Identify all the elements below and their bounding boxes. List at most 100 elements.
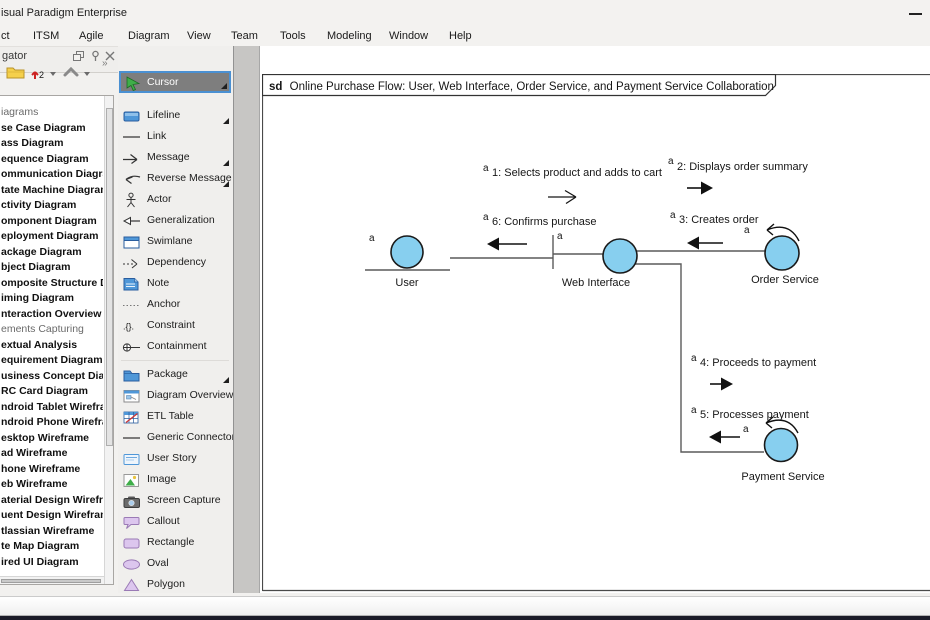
panel-splitter[interactable] — [233, 46, 260, 593]
navigator-item[interactable]: esktop Wireframe — [1, 431, 103, 446]
message-6[interactable]: a 6: Confirms purchase — [483, 212, 597, 251]
collapse-dropdown-icon[interactable] — [84, 72, 90, 76]
navigator-item[interactable]: usiness Concept Diagram — [1, 369, 103, 384]
svg-text:a: a — [668, 156, 674, 167]
menu-item-team[interactable]: Team — [231, 30, 258, 42]
navigator-item[interactable]: tlassian Wireframe — [1, 524, 103, 539]
navigator-item[interactable]: te Map Diagram — [1, 539, 103, 554]
navigator-section[interactable]: iagrams — [1, 105, 103, 120]
pin-panel-icon[interactable] — [89, 49, 102, 61]
navigator-item[interactable]: hone Wireframe — [1, 462, 103, 477]
palette-item-dependency[interactable]: Dependency — [119, 253, 231, 273]
open-project-icon[interactable] — [6, 64, 26, 85]
navigator-item[interactable]: eployment Diagram — [1, 229, 103, 244]
navigator-item[interactable]: extual Analysis — [1, 338, 103, 353]
message-2[interactable]: a 2: Displays order summary — [668, 156, 808, 195]
navigator-item[interactable]: ommunication Diagram — [1, 167, 103, 182]
vertical-scroll-thumb[interactable] — [106, 108, 113, 446]
menu-item-agile[interactable]: Agile — [79, 30, 103, 42]
sort-dropdown-icon[interactable] — [50, 72, 56, 76]
palette-item-polygon[interactable]: Polygon — [119, 575, 231, 595]
svg-text:a: a — [691, 353, 697, 364]
cursor-icon — [124, 75, 144, 91]
menu-item-ct[interactable]: ct — [1, 30, 10, 42]
menu-item-window[interactable]: Window — [389, 30, 428, 42]
menu-item-itsm[interactable]: ITSM — [33, 30, 59, 42]
navigator-item[interactable]: nteraction Overview Diagram — [1, 307, 103, 322]
menu-item-diagram[interactable]: Diagram — [128, 30, 170, 42]
navigator-item[interactable]: eb Wireframe — [1, 477, 103, 492]
navigator-item[interactable]: equence Diagram — [1, 152, 103, 167]
navigator-item[interactable]: ndroid Tablet Wireframe — [1, 400, 103, 415]
navigator-item[interactable]: ass Diagram — [1, 136, 103, 151]
navigator-item[interactable]: aterial Design Wireframe — [1, 493, 103, 508]
navigator-item[interactable]: ctivity Diagram — [1, 198, 103, 213]
node-user[interactable]: a User — [365, 233, 450, 289]
menu-item-modeling[interactable]: Modeling — [327, 30, 372, 42]
navigator-item[interactable]: equirement Diagram — [1, 353, 103, 368]
navigator-item[interactable]: se Case Diagram — [1, 121, 103, 136]
palette-item-package[interactable]: Package — [119, 365, 231, 385]
palette-item-callout[interactable]: Callout — [119, 512, 231, 532]
navigator-item[interactable]: bject Diagram — [1, 260, 103, 275]
navigator-section[interactable]: ements Capturing — [1, 322, 103, 337]
svg-text:2: Displays order summary: 2: Displays order summary — [677, 161, 808, 173]
navigator-vertical-scrollbar[interactable] — [104, 96, 113, 584]
window-title: isual Paradigm Enterprise — [1, 7, 127, 19]
palette-item-anchor[interactable]: Anchor — [119, 295, 231, 315]
palette-item-rectangle[interactable]: Rectangle — [119, 533, 231, 553]
palette-item-message[interactable]: Message — [119, 148, 231, 168]
navigator-item[interactable]: omponent Diagram — [1, 214, 103, 229]
palette-item-note[interactable]: Note — [119, 274, 231, 294]
link-user-web[interactable] — [450, 235, 603, 269]
palette-item-image[interactable]: Image — [119, 470, 231, 490]
palette-item-cursor[interactable]: Cursor — [119, 71, 231, 93]
navigator-item[interactable]: ired UI Diagram — [1, 555, 103, 570]
palette-item-generic-connector[interactable]: Generic Connector — [119, 428, 231, 448]
menu-item-view[interactable]: View — [187, 30, 211, 42]
sort-diagram-icon[interactable]: 2 — [30, 64, 48, 86]
toolbar-overflow-icon[interactable]: » — [102, 58, 108, 69]
node-payment-service[interactable]: Payment Service — [741, 417, 824, 483]
palette-item-reverse-message[interactable]: Reverse Message — [119, 169, 231, 189]
palette-item-lifeline[interactable]: Lifeline — [119, 106, 231, 126]
palette-item-label: Generalization — [147, 214, 215, 226]
navigator-item[interactable]: iming Diagram — [1, 291, 103, 306]
palette-item-link[interactable]: Link — [119, 127, 231, 147]
communication-diagram[interactable]: sd Online Purchase Flow: User, Web Inter… — [262, 74, 930, 593]
node-order-service[interactable]: Order Service — [751, 224, 819, 286]
navigator-item[interactable]: uent Design Wireframe — [1, 508, 103, 523]
navigator-item[interactable]: ndroid Phone Wireframe — [1, 415, 103, 430]
navigator-item[interactable]: ackage Diagram — [1, 245, 103, 260]
message-4[interactable]: a 4: Proceeds to payment — [691, 353, 816, 391]
palette-item-label: Actor — [147, 193, 172, 205]
navigator-item[interactable]: tate Machine Diagram — [1, 183, 103, 198]
navigator-item[interactable]: RC Card Diagram — [1, 384, 103, 399]
palette-item-containment[interactable]: Containment — [119, 337, 231, 357]
navigator-horizontal-scrollbar[interactable] — [0, 576, 104, 584]
collapse-all-icon[interactable] — [62, 66, 80, 85]
palette-item-etl-table[interactable]: ETL Table — [119, 407, 231, 427]
menu-item-tools[interactable]: Tools — [280, 30, 306, 42]
palette-item-user-story[interactable]: User Story — [119, 449, 231, 469]
title-bar: isual Paradigm Enterprise — [0, 0, 930, 27]
link-icon — [122, 129, 142, 145]
navigator-item[interactable]: omposite Structure Diagram — [1, 276, 103, 291]
palette-item-actor[interactable]: Actor — [119, 190, 231, 210]
minimize-button[interactable] — [903, 4, 927, 22]
reverse-message-icon — [122, 171, 142, 187]
horizontal-scroll-thumb[interactable] — [1, 579, 101, 583]
palette-item-diagram-overview[interactable]: Diagram Overview — [119, 386, 231, 406]
palette-item-oval[interactable]: Oval — [119, 554, 231, 574]
palette-item-generalization[interactable]: Generalization — [119, 211, 231, 231]
palette-item-label: Generic Connector — [147, 431, 235, 443]
diagram-canvas[interactable]: sd Online Purchase Flow: User, Web Inter… — [260, 46, 930, 593]
node-web-interface[interactable]: Web Interface — [562, 239, 637, 289]
float-panel-icon[interactable] — [72, 49, 85, 61]
palette-item-constraint[interactable]: .{}.Constraint — [119, 316, 231, 336]
message-1[interactable]: a 1: Selects product and adds to cart — [483, 163, 662, 204]
navigator-item[interactable]: ad Wireframe — [1, 446, 103, 461]
menu-item-help[interactable]: Help — [449, 30, 472, 42]
palette-item-screen-capture[interactable]: Screen Capture — [119, 491, 231, 511]
palette-item-swimlane[interactable]: Swimlane — [119, 232, 231, 252]
